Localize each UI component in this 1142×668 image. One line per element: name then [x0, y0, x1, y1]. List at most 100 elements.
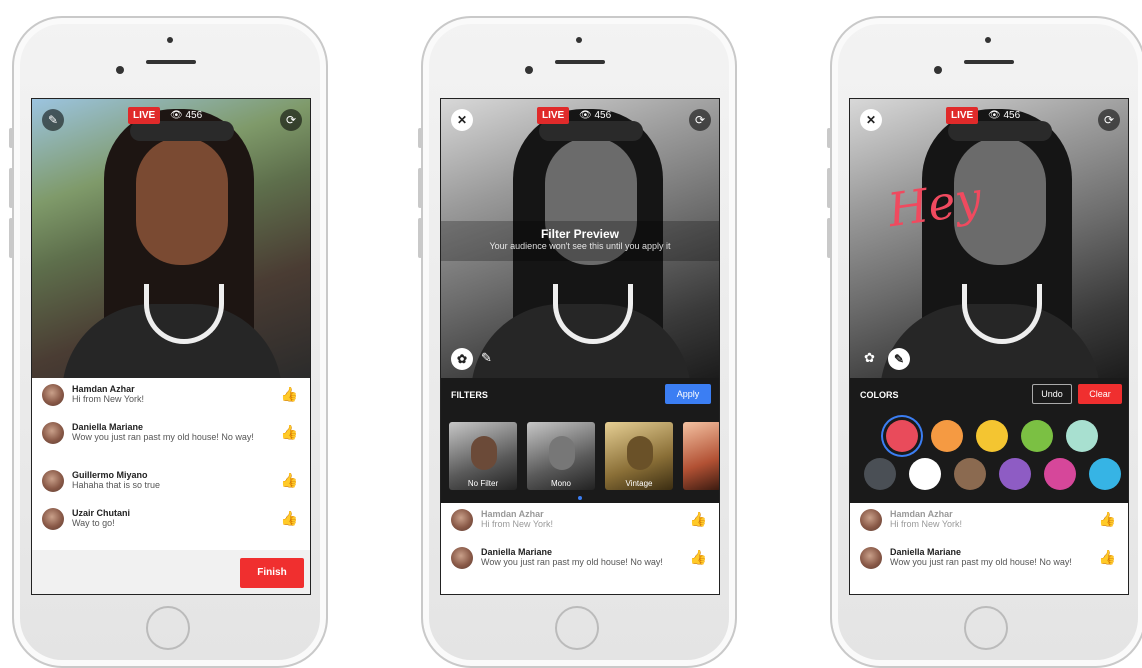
- list-item: Hamdan Azhar Hi from New York! 👍: [850, 503, 1128, 541]
- phone-2: ✕ LIVE 👁 456 ⟳ Filter Preview Your audie…: [418, 16, 737, 668]
- headband: [539, 121, 643, 141]
- list-item: Hamdan Azhar Hi from New York! 👍: [32, 378, 310, 416]
- color-swatch[interactable]: [1089, 458, 1121, 490]
- color-swatch[interactable]: [954, 458, 986, 490]
- color-swatch[interactable]: [1044, 458, 1076, 490]
- close-icon[interactable]: ✕: [860, 109, 882, 131]
- filters-icon[interactable]: ✿: [864, 350, 875, 366]
- earpiece-speaker: [146, 60, 196, 64]
- earpiece-speaker: [555, 60, 605, 64]
- viewer-count-value: 456: [185, 110, 203, 121]
- list-item: Daniella Mariane Wow you just ran past m…: [441, 541, 719, 589]
- comment-text: Hahaha that is so true: [72, 480, 161, 490]
- commenter-name: Daniella Mariane: [890, 547, 962, 557]
- avatar: [42, 470, 64, 492]
- viewer-count: 👁 456: [579, 110, 611, 121]
- front-camera: [167, 37, 173, 43]
- colors-label: COLORS: [860, 390, 899, 400]
- finish-button[interactable]: Finish: [240, 558, 304, 588]
- volume-up-button: [418, 168, 422, 208]
- like-icon[interactable]: 👍: [281, 424, 298, 441]
- filters-icon[interactable]: ✿: [451, 348, 473, 370]
- filters-label: FILTERS: [451, 390, 488, 400]
- comment-text: Hi from New York!: [481, 519, 554, 529]
- like-icon[interactable]: 👍: [281, 510, 298, 527]
- list-item: Daniella Mariane Wow you just ran past m…: [850, 541, 1128, 589]
- proximity-sensor: [525, 66, 533, 74]
- screen: ✕ LIVE 👁 456 ⟳ Filter Preview Your audie…: [440, 98, 720, 595]
- home-button[interactable]: [555, 606, 599, 650]
- comment-text: Hi from New York!: [72, 394, 145, 404]
- filter-label: No Filter: [467, 479, 499, 488]
- flip-camera-icon[interactable]: ⟳: [280, 109, 302, 131]
- live-video: ✎ LIVE 👁 456 ⟳: [32, 99, 310, 378]
- pencil-icon[interactable]: ✎: [481, 350, 492, 366]
- mute-switch: [418, 128, 422, 148]
- home-button[interactable]: [146, 606, 190, 650]
- volume-up-button: [9, 168, 13, 208]
- flip-camera-icon[interactable]: ⟳: [1098, 109, 1120, 131]
- eye-icon: 👁: [988, 110, 1001, 121]
- list-item: Guillermo Miyano Hahaha that is so true …: [32, 464, 310, 502]
- color-swatch[interactable]: [1066, 420, 1098, 452]
- live-badge: LIVE: [128, 107, 161, 124]
- page-indicator: [578, 496, 582, 500]
- viewer-count-value: 456: [1003, 110, 1021, 121]
- like-icon[interactable]: 👍: [1099, 549, 1116, 566]
- filter-thumb-no-filter[interactable]: No Filter: [449, 422, 517, 490]
- color-swatch[interactable]: [999, 458, 1031, 490]
- wrench-icon[interactable]: ✎: [42, 109, 64, 131]
- color-swatch[interactable]: [931, 420, 963, 452]
- thumb-face: [471, 436, 497, 470]
- eye-icon: 👁: [170, 110, 183, 121]
- avatar: [860, 509, 882, 531]
- avatar: [42, 384, 64, 406]
- avatar: [451, 547, 473, 569]
- commenter-name: Daniella Mariane: [72, 422, 144, 432]
- commenter-name: Hamdan Azhar: [72, 384, 135, 394]
- headband: [130, 121, 234, 141]
- headband: [948, 121, 1052, 141]
- thumb-face: [549, 436, 575, 470]
- like-icon[interactable]: 👍: [690, 549, 707, 566]
- viewer-count-value: 456: [594, 110, 612, 121]
- color-swatch[interactable]: [1021, 420, 1053, 452]
- like-icon[interactable]: 👍: [281, 386, 298, 403]
- avatar: [42, 508, 64, 530]
- filter-thumb-extra[interactable]: [683, 422, 719, 490]
- like-icon[interactable]: 👍: [281, 472, 298, 489]
- viewer-count: 👁 456: [170, 110, 202, 121]
- thumb-face: [627, 436, 653, 470]
- comment-text: Hi from New York!: [890, 519, 963, 529]
- volume-down-button: [827, 218, 831, 258]
- color-swatch[interactable]: [886, 420, 918, 452]
- like-icon[interactable]: 👍: [1099, 511, 1116, 528]
- live-badge: LIVE: [537, 107, 570, 124]
- filter-thumb-mono[interactable]: Mono: [527, 422, 595, 490]
- flip-camera-icon[interactable]: ⟳: [689, 109, 711, 131]
- clear-button[interactable]: Clear: [1078, 384, 1122, 404]
- pencil-icon[interactable]: ✎: [888, 348, 910, 370]
- undo-button[interactable]: Undo: [1032, 384, 1072, 404]
- color-swatch[interactable]: [909, 458, 941, 490]
- comments-list: Hamdan Azhar Hi from New York! 👍 Daniell…: [441, 503, 719, 589]
- list-item: Uzair Chutani Way to go! 👍: [32, 502, 310, 540]
- like-icon[interactable]: 👍: [690, 511, 707, 528]
- color-swatch[interactable]: [976, 420, 1008, 452]
- filter-label: Vintage: [625, 479, 653, 488]
- apply-button[interactable]: Apply: [665, 384, 711, 404]
- comments-list: Hamdan Azhar Hi from New York! 👍 Daniell…: [850, 503, 1128, 589]
- filter-thumb-vintage[interactable]: Vintage: [605, 422, 673, 490]
- color-swatch[interactable]: [864, 458, 896, 490]
- filters-panel: FILTERS Apply No Filter Mono Vintage: [441, 378, 719, 503]
- front-camera: [985, 37, 991, 43]
- live-video: ✕ LIVE 👁 456 ⟳ Filter Preview Your audie…: [441, 99, 719, 378]
- mute-switch: [9, 128, 13, 148]
- commenter-name: Daniella Mariane: [481, 547, 553, 557]
- home-button[interactable]: [964, 606, 1008, 650]
- close-icon[interactable]: ✕: [451, 109, 473, 131]
- commenter-name: Hamdan Azhar: [481, 509, 544, 519]
- avatar: [860, 547, 882, 569]
- volume-down-button: [418, 218, 422, 258]
- commenter-name: Guillermo Miyano: [72, 470, 148, 480]
